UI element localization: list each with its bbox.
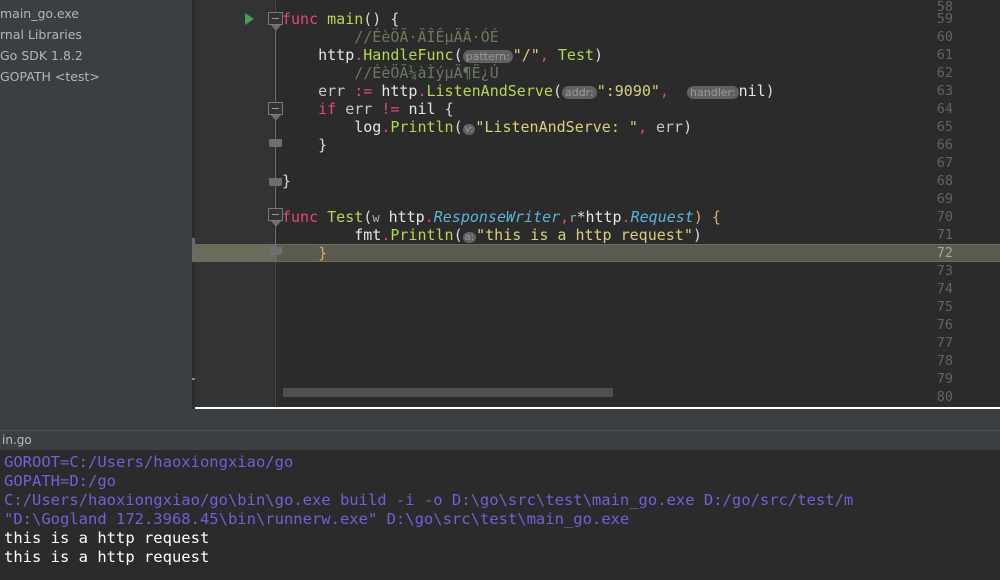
console-output[interactable]: GOROOT=C:/Users/haoxiongxiao/go GOPATH=D… [0, 450, 1000, 580]
console-line: GOPATH=D:/go [4, 472, 116, 490]
comment-text: //ÉèÖÃ·ÃÎÊµÄÂ·ÓÉ [354, 28, 499, 46]
code-line-69[interactable] [277, 190, 1000, 208]
run-main-arrow-icon[interactable] [245, 13, 254, 25]
inlay-hint-v: v: [462, 124, 476, 135]
code-line-60-comment[interactable]: //ÉèÖÃ·ÃÎÊµÄÂ·ÓÉ [277, 28, 1000, 46]
func-name-test: Test [327, 208, 364, 226]
arg-addr-port: ":9090" [596, 82, 660, 100]
sidebar-item-go-sdk[interactable]: Go SDK 1.8.2 [0, 45, 192, 66]
code-line-64[interactable]: if err != nil { [277, 100, 1000, 118]
inlay-hint-a: a: [462, 232, 477, 243]
op-not-equal: != [381, 100, 400, 118]
pkg-http: http [585, 208, 622, 226]
keyword-if: if [318, 100, 337, 118]
arg-handler-test: Test [557, 46, 595, 64]
code-line-66[interactable]: } [277, 136, 1000, 154]
paren-brace: ) { [693, 208, 721, 226]
editor-gutter[interactable] [195, 0, 274, 409]
editor-hscrollbar-thumb[interactable] [283, 388, 613, 397]
ide-window: main_go.exe rnal Libraries Go SDK 1.8.2 … [0, 0, 1000, 580]
op-declare: := [354, 82, 373, 100]
var-err: err [318, 82, 346, 100]
console-line: this is a http request [4, 529, 210, 547]
call-handlefunc: HandleFunc [363, 46, 454, 64]
pkg-http: http [388, 208, 425, 226]
code-line-67[interactable] [277, 154, 1000, 172]
code-line-70[interactable]: func Test(w http.ResponseWriter,r*http.R… [277, 208, 1000, 226]
project-sidebar[interactable]: main_go.exe rnal Libraries Go SDK 1.8.2 … [0, 0, 192, 409]
pkg-log: log [354, 118, 382, 136]
code-line-63[interactable]: err := http.ListenAndServe(addr: ":9090",… [277, 82, 1000, 100]
console-tabbar[interactable]: in.go [0, 431, 1000, 450]
inlay-hint-addr: addr: [561, 86, 597, 99]
arg-route-path: "/" [512, 46, 540, 64]
sidebar-item-gopath[interactable]: GOPATH <test> [0, 66, 192, 87]
keyword-func: func [282, 208, 319, 226]
arg-nil: nil [738, 82, 766, 100]
code-line-72[interactable]: } [277, 244, 1000, 262]
editor-hscrollbar-track[interactable] [277, 388, 1000, 397]
console-line: GOROOT=C:/Users/haoxiongxiao/go [4, 453, 294, 471]
close-brace: } [318, 136, 328, 154]
func-name-main: main [327, 10, 364, 28]
close-brace-test: } [318, 244, 328, 262]
type-responsewriter: ResponseWriter [433, 208, 561, 226]
pkg-fmt: fmt [354, 226, 382, 244]
code-line-62-comment[interactable]: //ÉèÖÃ¼àÌýµÄ¶Ë¿Ú [277, 64, 1000, 82]
console-line: "D:\Gogland 172.3968.45\bin\runnerw.exe"… [4, 510, 630, 528]
inlay-hint-handler: handler: [687, 86, 739, 99]
editor-panel[interactable]: 58 59 60 61 62 63 64 65 66 67 68 69 70 7… [195, 0, 1000, 409]
keyword-func: func [282, 10, 319, 28]
code-line-61[interactable]: http.HandleFunc(pattern: "/", Test) [277, 46, 1000, 64]
arg-log-message: "ListenAndServe: " [475, 118, 638, 136]
console-toolbar-area [0, 409, 1000, 431]
literal-nil: nil [408, 100, 436, 118]
console-line: C:/Users/haoxiongxiao/go\bin\go.exe buil… [4, 491, 854, 509]
sidebar-item-main-go-exe[interactable]: main_go.exe [0, 3, 192, 24]
code-line-59[interactable]: func main() { [277, 10, 1000, 28]
param-w: w [372, 211, 380, 225]
console-line: this is a http request [4, 548, 210, 566]
pkg-http: http [318, 46, 355, 64]
call-println: Println [390, 226, 454, 244]
paren-brace: () { [363, 10, 400, 28]
code-line-71[interactable]: fmt.Println(a: "this is a http request") [277, 226, 1000, 244]
inlay-hint-pattern: pattern: [462, 50, 513, 63]
sidebar-item-external-libraries[interactable]: rnal Libraries [0, 24, 192, 45]
tab-main-go[interactable]: in.go [0, 431, 32, 450]
open-brace: { [444, 100, 454, 118]
code-text-area[interactable]: func main() { //ÉèÖÃ·ÃÎÊµÄÂ·ÓÉ http.Hand… [277, 0, 1000, 409]
call-println: Println [390, 118, 454, 136]
type-request: Request [630, 208, 694, 226]
arg-print-message: "this is a http request" [476, 226, 693, 244]
call-listenandserve: ListenAndServe [426, 82, 553, 100]
current-line-gutter-highlight [195, 244, 277, 262]
run-console-panel: in.go GOROOT=C:/Users/haoxiongxiao/go GO… [0, 409, 1000, 580]
comment-text: //ÉèÖÃ¼àÌýµÄ¶Ë¿Ú [354, 64, 499, 82]
pkg-http: http [381, 82, 418, 100]
arg-err: err [656, 118, 684, 136]
close-brace-main: } [282, 172, 292, 190]
code-line-65[interactable]: log.Println(v: "ListenAndServe: ", err) [277, 118, 1000, 136]
code-line-68[interactable]: } [277, 172, 1000, 190]
var-err: err [345, 100, 373, 118]
